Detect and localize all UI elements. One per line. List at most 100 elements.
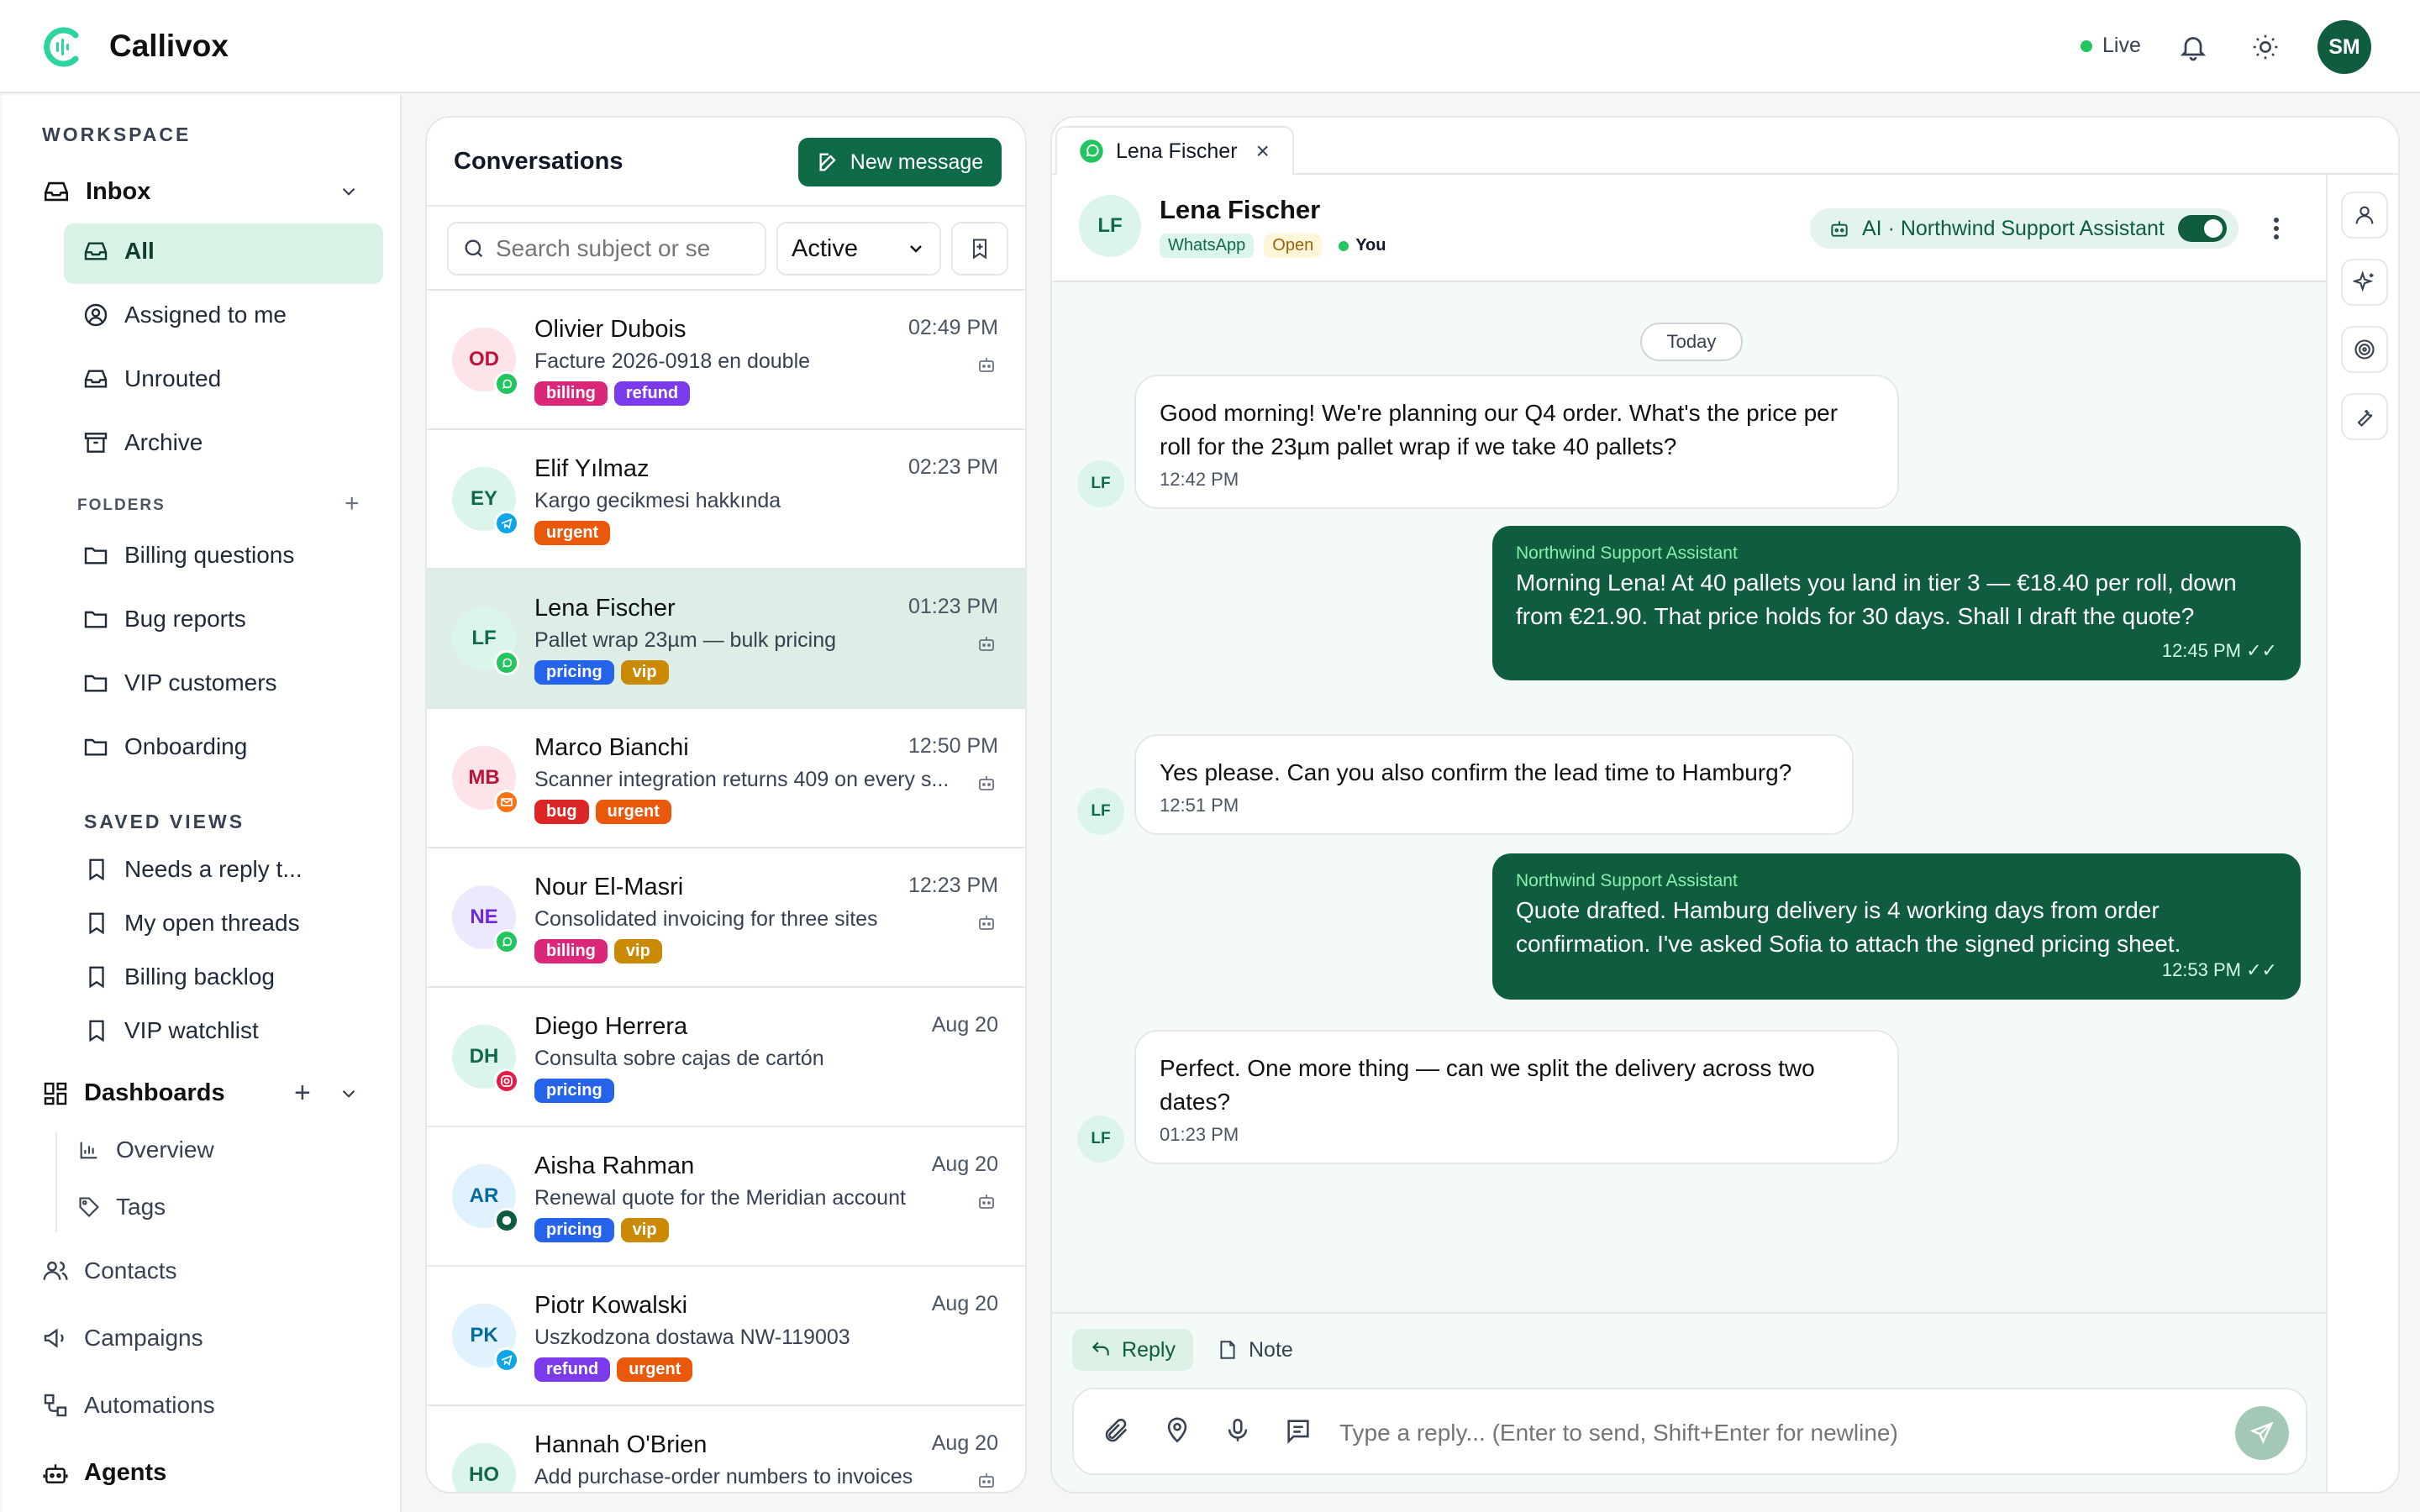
status-filter-select[interactable]: Active [776,222,941,276]
live-dot-icon [2081,39,2092,52]
conversation-name: Marco Bianchi [534,734,689,761]
conversation-item[interactable]: HO Hannah O'Brien Aug 20 Add purchase-order… [427,1406,1025,1492]
location-pin-icon[interactable] [1163,1416,1192,1445]
search-box[interactable] [447,222,766,276]
template-icon[interactable] [1284,1416,1313,1445]
tag-badge[interactable]: pricing [534,1079,614,1103]
edit-icon [819,153,836,171]
sun-icon[interactable] [2247,29,2284,66]
megaphone-icon [44,1328,64,1348]
inbox-section[interactable]: Inbox [42,177,370,206]
new-message-button[interactable]: New message [798,138,1002,186]
ai-toggle[interactable] [2178,215,2227,242]
folder-item-bugs[interactable]: Bug reports [82,606,246,633]
conversation-item[interactable]: MB Marco Bianchi 12:50 PM Scanner integrati… [427,709,1025,848]
saved-view-item[interactable]: Needs a reply t... [84,856,302,883]
ai-assistant-label: AI · Northwind Support Assistant [1862,216,2165,240]
ai-sparkles-button[interactable] [2341,259,2388,306]
contact-details-button[interactable] [2341,192,2388,239]
right-rail [2326,175,2398,1492]
saved-view-item[interactable]: Billing backlog [84,963,275,990]
live-status[interactable]: Live [2081,34,2141,58]
tag-badge[interactable]: pricing [534,660,614,685]
reply-mode-button[interactable]: Reply [1072,1329,1193,1371]
conversation-avatar: HO [452,1443,516,1492]
tag-badge[interactable]: bug [534,800,589,824]
chat-panel: Lena Fischer × LF Lena Fischer WhatsApp … [1050,116,2400,1494]
reply-icon [1092,1341,1109,1356]
microphone-icon[interactable] [1223,1416,1252,1445]
conversation-name: Aisha Rahman [534,1152,695,1179]
bell-icon[interactable] [2175,29,2212,66]
tag-badge[interactable]: billing [534,381,608,406]
saved-view-item[interactable]: VIP watchlist [84,1017,259,1044]
nav-contacts[interactable]: Contacts [42,1257,177,1284]
conversation-item[interactable]: LF Lena Fischer 01:23 PM Pallet wrap 23µm —… [427,570,1025,709]
ai-assistant-chip[interactable]: AI · Northwind Support Assistant [1810,208,2238,249]
tag-badge[interactable]: urgent [534,521,611,545]
nav-agents[interactable]: Agents [42,1459,166,1487]
tag-badge[interactable]: refund [613,381,691,406]
user-avatar[interactable]: SM [2317,20,2371,74]
conversation-item[interactable]: NE Nour El-Masri 12:23 PM Consolidated invo… [427,848,1025,988]
dashboard-item-overview[interactable]: Overview [77,1137,214,1163]
sidebar-item-unrouted[interactable]: Unrouted [82,365,221,392]
add-dashboard-icon[interactable]: + [294,1077,311,1110]
add-folder-icon[interactable]: + [345,490,360,518]
tag-badge[interactable]: vip [620,1218,669,1242]
folder-label: Billing questions [124,542,295,568]
more-vertical-icon[interactable] [2264,212,2289,245]
folder-item-billing[interactable]: Billing questions [82,542,294,569]
folder-item-vip[interactable]: VIP customers [82,669,277,696]
send-button[interactable] [2235,1406,2289,1460]
tab-bar: Lena Fischer × [1052,118,2398,175]
tag-badge[interactable]: billing [534,939,608,963]
status-filter-value: Active [792,234,858,262]
reply-input[interactable] [1339,1415,2180,1452]
conversation-time: Aug 20 [931,1292,998,1315]
tools-button[interactable] [2341,393,2388,440]
tab-lena-fischer[interactable]: Lena Fischer × [1055,126,1294,175]
tag-badge[interactable]: urgent [595,800,671,824]
conversation-item[interactable]: PK Piotr Kowalski Aug 20 Uszkodzona dostawa… [427,1267,1025,1406]
tag-badge[interactable]: urgent [617,1357,693,1382]
tag-badge[interactable]: refund [534,1357,611,1382]
paperclip-icon[interactable] [1102,1416,1131,1445]
conversation-item[interactable]: AR Aisha Rahman Aug 20 Renewal quote for th… [427,1127,1025,1267]
note-mode-button[interactable]: Note [1217,1329,1293,1371]
target-button[interactable] [2341,326,2388,373]
nav-automations[interactable]: Automations [42,1392,215,1419]
bot-icon [979,776,994,790]
folder-item-onboarding[interactable]: Onboarding [82,733,247,760]
dashboard-item-tags[interactable]: Tags [77,1194,166,1221]
live-label: Live [2102,34,2141,57]
chevron-down-icon [342,187,355,196]
conversation-tags: pricing vip [534,660,669,685]
conversation-item[interactable]: EY Elif Yılmaz 02:23 PM Kargo gecikmesi hak… [427,430,1025,570]
bot-icon [979,637,994,651]
assignee-dot-icon [1339,240,1349,251]
message-sender: Northwind Support Assistant [1516,871,1738,890]
sidebar-item-assigned[interactable]: Assigned to me [82,302,287,328]
send-icon [2249,1421,2274,1445]
dashboards-section[interactable]: Dashboards + [42,1077,370,1110]
nav-campaigns[interactable]: Campaigns [42,1325,203,1352]
conversation-item[interactable]: DH Diego Herrera Aug 20 Consulta sobre caja… [427,988,1025,1127]
save-view-button[interactable] [951,222,1008,276]
conversation-tags: billing vip [534,939,662,963]
conversation-subject: Add purchase-order numbers to invoices [534,1465,913,1488]
tag-badge[interactable]: vip [620,660,669,685]
sidebar-item-archive[interactable]: Archive [82,429,203,456]
sidebar-item-all[interactable]: All [82,238,155,265]
message-bubble-incoming: Perfect. One more thing — can we split t… [1134,1030,1899,1164]
close-icon[interactable]: × [1256,138,1270,165]
search-input[interactable] [496,235,739,262]
tree-line [55,1131,57,1232]
whatsapp-channel-icon [494,650,519,675]
bookmark-icon [89,912,104,935]
tag-badge[interactable]: pricing [534,1218,614,1242]
conversation-item[interactable]: OD Olivier Dubois 02:49 PM Facture 2026-091… [427,291,1025,430]
saved-view-item[interactable]: My open threads [84,910,300,937]
tag-badge[interactable]: vip [613,939,662,963]
chat-header: LF Lena Fischer WhatsApp Open You AI · N… [1052,175,2326,282]
